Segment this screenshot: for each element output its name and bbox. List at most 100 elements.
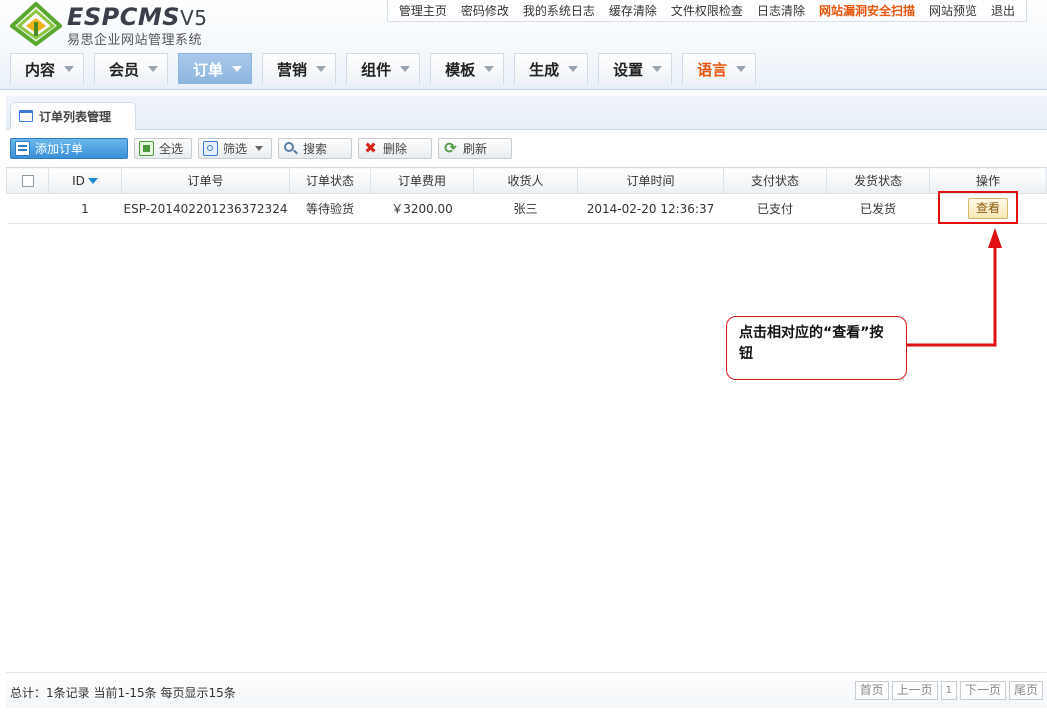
cell-ship-status: 已发货 bbox=[826, 193, 930, 224]
column-header-ship-status: 发货状态 bbox=[826, 167, 930, 194]
topnav-my-log[interactable]: 我的系统日志 bbox=[523, 2, 595, 19]
delete-button[interactable]: ✖ 删除 bbox=[358, 137, 433, 159]
column-header-fee: 订单费用 bbox=[370, 167, 474, 194]
topnav-file-permission[interactable]: 文件权限检查 bbox=[671, 2, 743, 19]
pager-prev[interactable]: 上一页 bbox=[891, 681, 938, 700]
logo[interactable]: ESPCMSV5 易思企业网站管理系统 bbox=[10, 2, 225, 48]
toolbar: 添加订单 全选 筛选 搜索 ✖ 删除 ⟳ 刷新 bbox=[6, 132, 1047, 164]
highlight-box bbox=[938, 191, 1018, 224]
chevron-down-icon bbox=[148, 66, 159, 72]
topnav-change-password[interactable]: 密码修改 bbox=[461, 2, 509, 19]
button-label: 筛选 bbox=[223, 141, 248, 156]
topnav-admin-home[interactable]: 管理主页 bbox=[399, 2, 447, 19]
nav-tab-content[interactable]: 内容 bbox=[10, 53, 85, 84]
header: ESPCMSV5 易思企业网站管理系统 管理主页 密码修改 我的系统日志 缓存清… bbox=[0, 0, 1047, 90]
topnav-logout[interactable]: 退出 bbox=[991, 2, 1015, 19]
search-icon bbox=[283, 141, 299, 156]
pager-next[interactable]: 下一页 bbox=[959, 681, 1006, 700]
pager-first[interactable]: 首页 bbox=[854, 681, 889, 700]
cell-pay-status: 已支付 bbox=[723, 193, 827, 224]
nav-tab-component[interactable]: 组件 bbox=[346, 53, 421, 84]
annotation-callout: 点击相对应的“查看”按钮 bbox=[726, 316, 907, 380]
window-icon bbox=[19, 110, 33, 122]
topnav-clear-log[interactable]: 日志清除 bbox=[757, 2, 805, 19]
column-header-pay-status: 支付状态 bbox=[723, 167, 827, 194]
logo-subtitle: 易思企业网站管理系统 bbox=[67, 33, 203, 48]
column-header-action: 操作 bbox=[929, 167, 1047, 194]
table-header-row: ID 订单号 订单状态 订单费用 收货人 订单时间 支付状态 发货状态 操作 bbox=[6, 167, 1047, 194]
nav-tab-member[interactable]: 会员 bbox=[94, 53, 169, 84]
cell-consignee: 张三 bbox=[473, 193, 578, 224]
close-icon: ✖ bbox=[364, 138, 377, 157]
cell-id: 1 bbox=[48, 193, 122, 224]
chevron-down-icon bbox=[316, 66, 327, 72]
annotation-arrow bbox=[907, 228, 1002, 347]
select-all-icon bbox=[139, 140, 154, 156]
refresh-icon: ⟳ bbox=[444, 138, 457, 157]
cell-order-status: 等待验货 bbox=[289, 193, 371, 224]
column-header-time: 订单时间 bbox=[577, 167, 724, 194]
order-list-panel: 订单列表管理 添加订单 全选 筛选 搜索 ✖ 删除 ⟳ 刷新 ID 订单号 订单… bbox=[6, 96, 1047, 712]
sort-desc-icon bbox=[87, 178, 98, 184]
select-all-button[interactable]: 全选 bbox=[134, 137, 193, 159]
pagination: 首页 上一页 1 下一页 尾页 bbox=[852, 681, 1043, 700]
nav-tab-label: 组件 bbox=[361, 60, 392, 79]
topnav-security-scan[interactable]: 网站漏洞安全扫描 bbox=[819, 2, 915, 19]
nav-tab-label: 设置 bbox=[613, 60, 644, 79]
tab-order-list[interactable]: 订单列表管理 bbox=[10, 102, 137, 130]
filter-dropdown[interactable]: 筛选 bbox=[198, 137, 273, 159]
row-checkbox-cell bbox=[6, 193, 49, 224]
search-button[interactable]: 搜索 bbox=[278, 137, 353, 159]
nav-tab-order[interactable]: 订单 bbox=[178, 53, 253, 84]
panel-tab-bar: 订单列表管理 bbox=[6, 96, 1047, 130]
nav-tab-generate[interactable]: 生成 bbox=[514, 53, 589, 84]
pager-last[interactable]: 尾页 bbox=[1008, 681, 1043, 700]
button-label: 全选 bbox=[159, 141, 184, 156]
chevron-down-icon bbox=[736, 66, 747, 72]
topnav-preview[interactable]: 网站预览 bbox=[929, 2, 977, 19]
refresh-button[interactable]: ⟳ 刷新 bbox=[438, 137, 513, 159]
chevron-down-icon bbox=[232, 66, 243, 72]
nav-tab-label: 营销 bbox=[277, 60, 308, 79]
nav-tab-label: 会员 bbox=[109, 60, 140, 79]
nav-tab-label: 模板 bbox=[445, 60, 476, 79]
nav-tab-marketing[interactable]: 营销 bbox=[262, 53, 337, 84]
cell-order-no: ESP-201402201236372324 bbox=[121, 193, 290, 224]
chevron-down-icon bbox=[255, 145, 264, 151]
button-label: 删除 bbox=[383, 141, 408, 156]
select-all-checkbox[interactable] bbox=[21, 175, 34, 187]
nav-tab-label: 订单 bbox=[193, 60, 224, 79]
pager-page-1[interactable]: 1 bbox=[940, 681, 957, 700]
header-checkbox-cell bbox=[6, 167, 49, 194]
tab-label: 订单列表管理 bbox=[39, 109, 112, 124]
nav-tab-template[interactable]: 模板 bbox=[430, 53, 505, 84]
chevron-down-icon bbox=[652, 66, 663, 72]
topnav-clear-cache[interactable]: 缓存清除 bbox=[609, 2, 657, 19]
nav-tab-label: 语言 bbox=[697, 60, 728, 79]
column-header-id[interactable]: ID bbox=[48, 167, 122, 194]
footer: 总计：1条记录 当前1-15条 每页显示15条 首页 上一页 1 下一页 尾页 bbox=[6, 672, 1047, 708]
chevron-down-icon bbox=[400, 66, 411, 72]
cell-time: 2014-02-20 12:36:37 bbox=[577, 193, 724, 224]
chevron-down-icon bbox=[568, 66, 579, 72]
nav-tab-label: 生成 bbox=[529, 60, 560, 79]
chevron-down-icon bbox=[64, 66, 75, 72]
column-header-order-no: 订单号 bbox=[121, 167, 290, 194]
main-nav: 内容 会员 订单 营销 组件 模板 生成 设置 语言 bbox=[10, 53, 766, 84]
logo-icon bbox=[10, 2, 62, 46]
filter-icon bbox=[203, 140, 219, 156]
add-order-button[interactable]: 添加订单 bbox=[10, 137, 128, 159]
nav-tab-settings[interactable]: 设置 bbox=[598, 53, 673, 84]
top-nav: 管理主页 密码修改 我的系统日志 缓存清除 文件权限检查 日志清除 网站漏洞安全… bbox=[386, 0, 1027, 22]
table-row: 1 ESP-201402201236372324 等待验货 ￥3200.00 张… bbox=[6, 193, 1047, 224]
column-header-order-status: 订单状态 bbox=[289, 167, 371, 194]
add-document-icon bbox=[15, 140, 30, 156]
nav-tab-label: 内容 bbox=[25, 60, 56, 79]
column-header-consignee: 收货人 bbox=[473, 167, 578, 194]
order-table: ID 订单号 订单状态 订单费用 收货人 订单时间 支付状态 发货状态 操作 1… bbox=[6, 167, 1047, 224]
button-label: 刷新 bbox=[463, 141, 488, 156]
button-label: 搜索 bbox=[303, 141, 328, 156]
nav-tab-language[interactable]: 语言 bbox=[682, 53, 757, 84]
record-summary: 总计：1条记录 当前1-15条 每页显示15条 bbox=[10, 686, 236, 700]
button-label: 添加订单 bbox=[35, 141, 84, 156]
